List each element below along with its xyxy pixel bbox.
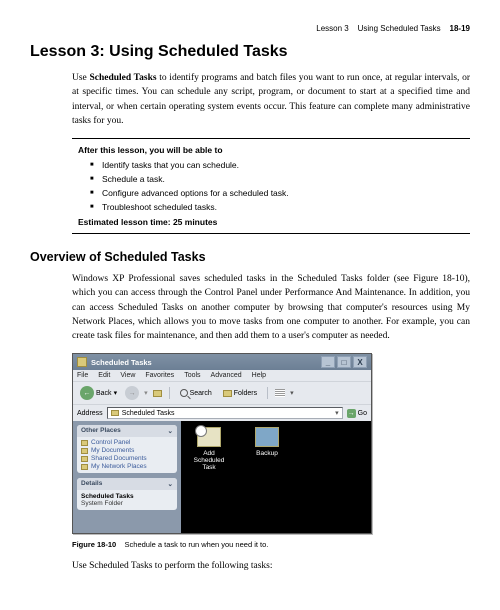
collapse-icon: ⌄ [168,480,173,488]
objectives-box: After this lesson, you will be able to I… [72,138,470,234]
views-button[interactable] [275,389,285,397]
sidebar-link-label: Shared Documents [91,455,147,462]
icon-label: Add Scheduled Task [189,450,229,471]
menu-file[interactable]: File [77,372,88,379]
window-title: Scheduled Tasks [91,358,321,367]
menu-favorites[interactable]: Favorites [145,372,174,379]
details-title: Details [81,480,102,488]
folders-button[interactable]: Folders [220,389,260,398]
other-places-title: Other Places [81,427,121,435]
objective-item: Schedule a task. [90,174,464,184]
figure-screenshot: Scheduled Tasks _ □ X File Edit View Fav… [72,353,470,534]
folder-icon [81,456,88,462]
chevron-down-icon[interactable]: ▾ [335,409,339,417]
details-body: Scheduled Tasks System Folder [77,490,177,510]
forward-button[interactable]: → [125,386,139,400]
objective-item: Troubleshoot scheduled tasks. [90,202,464,212]
search-label: Search [190,390,212,397]
backup-task-icon[interactable]: Backup [247,427,287,533]
backup-icon [255,427,279,447]
sidebar-link-control-panel[interactable]: Control Panel [81,439,173,446]
lesson-title: Lesson 3: Using Scheduled Tasks [30,43,470,61]
address-label: Address [77,410,103,417]
go-button[interactable]: → Go [347,409,367,418]
intro-bold: Scheduled Tasks [89,73,156,83]
folder-icon [81,464,88,470]
go-arrow-icon: → [347,409,356,418]
toolbar-separator [267,387,268,399]
sidebar-link-my-network-places[interactable]: My Network Places [81,463,173,470]
figure-caption-text: Schedule a task to run when you need it … [125,540,269,549]
explorer-side-pane: Other Places ⌄ Control Panel My Document… [73,421,181,533]
page-number: 18-19 [450,24,470,33]
minimize-button[interactable]: _ [321,356,335,368]
folder-icon [223,390,232,397]
sidebar-link-label: My Documents [91,447,134,454]
address-folder-icon [111,410,119,416]
header-lesson-label: Lesson 3 [316,24,348,33]
folder-icon [81,440,88,446]
folders-label: Folders [234,390,257,397]
menu-tools[interactable]: Tools [184,372,200,379]
folder-content-area[interactable]: Add Scheduled Task Backup [181,421,371,533]
chevron-down-icon: ▾ [144,389,148,397]
objectives-list: Identify tasks that you can schedule. Sc… [78,160,464,212]
objective-item: Identify tasks that you can schedule. [90,160,464,170]
close-button[interactable]: X [353,356,367,368]
window-icon [77,357,87,367]
overview-heading: Overview of Scheduled Tasks [30,250,470,264]
details-panel: Details ⌄ Scheduled Tasks System Folder [77,478,177,510]
back-button[interactable]: ← Back ▾ [77,385,120,401]
details-header[interactable]: Details ⌄ [77,478,177,490]
maximize-button[interactable]: □ [337,356,351,368]
intro-prefix: Use [72,73,89,83]
address-bar: Address Scheduled Tasks ▾ → Go [73,404,371,421]
intro-paragraph: Use Scheduled Tasks to identify programs… [72,71,470,128]
task-wizard-icon [197,427,221,447]
chevron-down-icon: ▾ [290,389,294,397]
figure-label: Figure 18-10 [72,540,116,549]
sidebar-link-label: Control Panel [91,439,130,446]
figure-caption: Figure 18-10 Schedule a task to run when… [72,540,470,549]
up-folder-icon[interactable] [153,390,162,397]
window-titlebar[interactable]: Scheduled Tasks _ □ X [73,354,371,370]
scheduled-tasks-window: Scheduled Tasks _ □ X File Edit View Fav… [72,353,372,534]
other-places-panel: Other Places ⌄ Control Panel My Document… [77,425,177,473]
collapse-icon: ⌄ [168,427,173,435]
menu-advanced[interactable]: Advanced [211,372,242,379]
back-label: Back [96,390,112,397]
header-section-title: Using Scheduled Tasks [358,24,441,33]
page-header: Lesson 3 Using Scheduled Tasks 18-19 [30,24,470,33]
sidebar-link-shared-documents[interactable]: Shared Documents [81,455,173,462]
search-button[interactable]: Search [177,388,215,398]
window-controls: _ □ X [321,356,367,368]
closing-line: Use Scheduled Tasks to perform the follo… [72,559,470,573]
estimated-time: Estimated lesson time: 25 minutes [78,217,464,227]
other-places-header[interactable]: Other Places ⌄ [77,425,177,437]
folder-icon [81,448,88,454]
search-icon [180,389,188,397]
toolbar: ← Back ▾ → ▾ Search Folders ▾ [73,381,371,404]
objectives-heading: After this lesson, you will be able to [78,145,464,155]
details-type: System Folder [81,500,173,507]
toolbar-separator [169,387,170,399]
details-name: Scheduled Tasks [81,493,173,500]
menu-edit[interactable]: Edit [98,372,110,379]
address-input[interactable]: Scheduled Tasks ▾ [107,407,343,419]
menu-bar: File Edit View Favorites Tools Advanced … [73,370,371,381]
back-arrow-icon: ← [80,386,94,400]
add-scheduled-task-icon[interactable]: Add Scheduled Task [189,427,229,533]
address-value: Scheduled Tasks [122,410,175,417]
go-label: Go [358,410,367,417]
sidebar-link-my-documents[interactable]: My Documents [81,447,173,454]
objective-item: Configure advanced options for a schedul… [90,188,464,198]
menu-help[interactable]: Help [252,372,266,379]
menu-view[interactable]: View [120,372,135,379]
chevron-down-icon: ▾ [114,389,118,397]
sidebar-link-label: My Network Places [91,463,147,470]
icon-label: Backup [247,450,287,457]
other-places-body: Control Panel My Documents Shared Docume… [77,437,177,473]
overview-paragraph: Windows XP Professional saves scheduled … [72,272,470,343]
window-workspace: Other Places ⌄ Control Panel My Document… [73,421,371,533]
